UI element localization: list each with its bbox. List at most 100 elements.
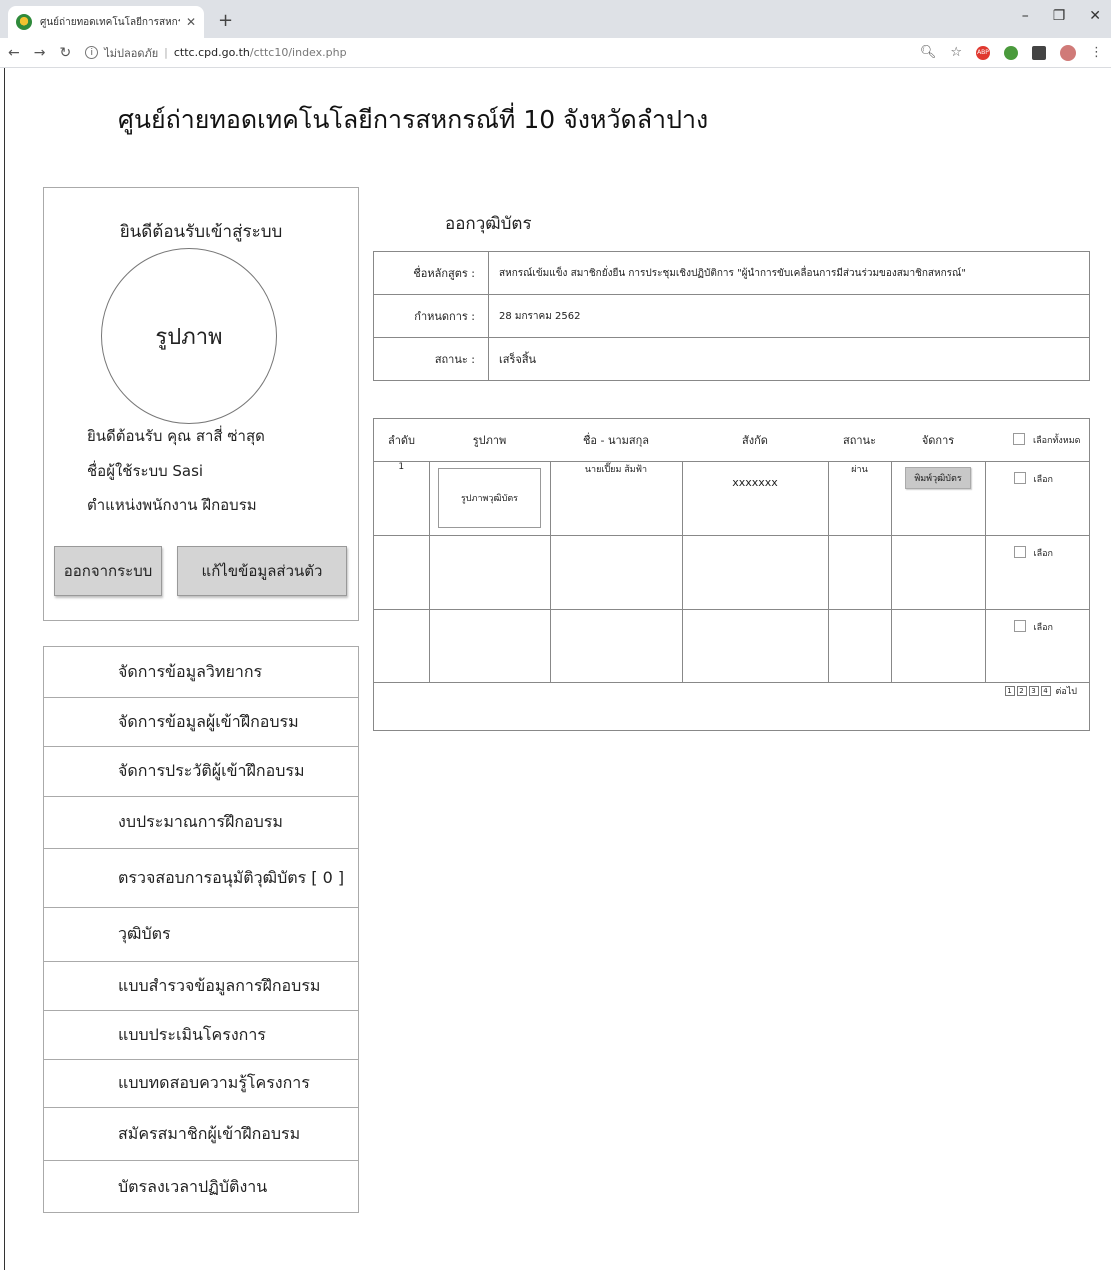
menu-item-timecard[interactable]: บัตรลงเวลาปฏิบัติงาน <box>44 1161 358 1213</box>
select-all-label: เลือกทั้งหมด <box>1033 435 1081 446</box>
reload-icon[interactable]: ↻ <box>59 45 71 61</box>
welcome-heading: ยินดีต้อนรับเข้าสู่ระบบ <box>119 222 283 242</box>
menu-item-evaluation[interactable]: แบบประเมินโครงการ <box>44 1011 358 1060</box>
schedule-row: กำหนดการ : 28 มกราคม 2562 <box>373 294 1090 338</box>
position-line: ตำแหน่งพนักงาน ฝึกอบรม <box>87 496 257 514</box>
info-icon[interactable]: i <box>85 46 99 59</box>
row-select-cell[interactable]: เลือก <box>985 608 1089 683</box>
header-select-all[interactable]: เลือกทั้งหมด <box>985 419 1089 461</box>
back-icon[interactable]: ← <box>8 45 20 61</box>
close-window-icon[interactable]: ✕ <box>1089 8 1101 24</box>
menu-dots-icon[interactable]: ⋮ <box>1090 45 1103 60</box>
row-status: ผ่าน <box>828 460 892 535</box>
page-left-border <box>4 68 5 1270</box>
row-photo-cell <box>429 534 551 609</box>
restore-icon[interactable]: ❐ <box>1053 8 1066 24</box>
profile-avatar-icon[interactable] <box>1060 44 1076 61</box>
status-value: เสร็จสิ้น <box>488 337 1090 381</box>
logout-button[interactable]: ออกจากระบบ <box>54 546 162 596</box>
photo-label: รูปภาพ <box>155 324 223 350</box>
certificate-image: รูปภาพวุฒิบัตร <box>438 467 541 528</box>
row-no <box>374 608 430 683</box>
bookmark-star-icon[interactable]: ☆ <box>950 45 962 60</box>
security-label: ไม่ปลอดภัย <box>104 46 159 60</box>
address-bar[interactable]: i ไม่ปลอดภัย | cttc.cpd.go.th/cttc10/ind… <box>85 44 920 62</box>
table-row: เลือก <box>374 534 1089 609</box>
header-name: ชื่อ - นามสกุล <box>582 433 650 447</box>
forward-icon[interactable]: → <box>34 45 46 61</box>
row-select-checkbox[interactable] <box>1013 619 1026 632</box>
profile-photo: รูปภาพ <box>101 248 277 424</box>
course-row: ชื่อหลักสูตร : สหกรณ์เข้มแข็ง สมาชิกยั่ง… <box>373 251 1090 295</box>
browser-toolbar: ← → ↻ i ไม่ปลอดภัย | cttc.cpd.go.th/cttc… <box>0 38 1111 68</box>
extensions: 🔍︎ ☆ ABP ⋮ <box>920 44 1103 61</box>
browser-tab[interactable]: ศูนย์ถ่ายทอดเทคโนโลยีการสหกรณ์ที่ 1 ✕ <box>8 6 204 38</box>
edit-profile-button[interactable]: แก้ไขข้อมูลส่วนตัว <box>177 546 347 596</box>
table-row: เลือก <box>374 608 1089 683</box>
row-select-label: เลือก <box>1033 548 1053 559</box>
menu-item-register[interactable]: สมัครสมาชิกผู้เข้าฝึกอบรม <box>44 1108 358 1161</box>
new-tab-icon[interactable]: + <box>218 10 233 31</box>
url-separator: | <box>164 46 168 59</box>
status-row: สถานะ : เสร็จสิ้น <box>373 337 1090 381</box>
header-affiliation: สังกัด <box>742 433 768 447</box>
row-status <box>828 534 892 609</box>
row-select-cell[interactable]: เลือก <box>985 534 1089 609</box>
pagination: 1 2 3 4 ต่อไป <box>1004 684 1078 698</box>
row-select-cell[interactable]: เลือก <box>985 460 1089 535</box>
row-action-cell <box>891 534 986 609</box>
menu-item-survey[interactable]: แบบสำรวจข้อมูลการฝึกอบรม <box>44 962 358 1011</box>
row-name <box>550 608 683 683</box>
row-affiliation: xxxxxxx <box>682 460 829 535</box>
header-status: สถานะ <box>843 433 876 447</box>
row-action-cell: พิมพ์วุฒิบัตร <box>891 460 986 535</box>
next-page-link[interactable]: ต่อไป <box>1056 684 1078 698</box>
menu-item-certificates[interactable]: วุฒิบัตร <box>44 908 358 962</box>
row-select-checkbox[interactable] <box>1013 471 1026 484</box>
menu-item-speakers[interactable]: จัดการข้อมูลวิทยากร <box>44 647 358 698</box>
menu-item-knowledge-test[interactable]: แบบทดสอบความรู้โครงการ <box>44 1060 358 1108</box>
extension-tile-icon[interactable] <box>1032 45 1046 60</box>
adblock-icon[interactable]: ABP <box>976 45 990 60</box>
row-status <box>828 608 892 683</box>
print-certificate-button[interactable]: พิมพ์วุฒิบัตร <box>905 466 971 489</box>
menu-item-approval-check[interactable]: ตรวจสอบการอนุมัติวุฒิบัตร [ 0 ] <box>44 849 358 908</box>
close-tab-icon[interactable]: ✕ <box>186 15 196 29</box>
page-4-link[interactable]: 4 <box>1040 686 1051 696</box>
row-affiliation <box>682 534 829 609</box>
username-line: ชื่อผู้ใช้ระบบ Sasi <box>87 462 204 480</box>
menu-item-trainee-history[interactable]: จัดการประวัติผู้เข้าฝึกอบรม <box>44 747 358 797</box>
status-label: สถานะ : <box>373 337 489 381</box>
select-all-checkbox[interactable] <box>1013 432 1025 445</box>
extension-globe-icon[interactable] <box>1004 45 1018 60</box>
row-select-label: เลือก <box>1033 622 1053 633</box>
certificate-info-table: ชื่อหลักสูตร : สหกรณ์เข้มแข็ง สมาชิกยั่ง… <box>373 251 1090 381</box>
header-no: ลำดับ <box>387 433 416 447</box>
schedule-value: 28 มกราคม 2562 <box>488 294 1090 338</box>
section-title: ออกวุฒิบัตร <box>445 214 532 234</box>
table-header-row: ลำดับ รูปภาพ ชื่อ - นามสกุล สังกัด สถานะ… <box>374 419 1089 461</box>
row-photo-cell <box>429 608 551 683</box>
header-manage: จัดการ <box>921 433 955 447</box>
course-label: ชื่อหลักสูตร : <box>373 251 489 295</box>
page-title: ศูนย์ถ่ายทอดเทคโนโลยีการสหกรณ์ที่ 10 จัง… <box>118 105 709 134</box>
row-action-cell <box>891 608 986 683</box>
page-1-link[interactable]: 1 <box>1004 686 1015 696</box>
menu-item-trainees[interactable]: จัดการข้อมูลผู้เข้าฝึกอบรม <box>44 698 358 747</box>
row-select-checkbox[interactable] <box>1013 545 1026 558</box>
site-favicon-icon <box>16 14 32 30</box>
row-photo-cell: รูปภาพวุฒิบัตร <box>429 460 551 535</box>
tab-title: ศูนย์ถ่ายทอดเทคโนโลยีการสหกรณ์ที่ 1 <box>40 16 180 28</box>
browser-tab-bar: ศูนย์ถ่ายทอดเทคโนโลยีการสหกรณ์ที่ 1 ✕ + … <box>0 0 1111 38</box>
minimize-icon[interactable]: – <box>1022 8 1029 24</box>
user-panel: ยินดีต้อนรับเข้าสู่ระบบ รูปภาพ ยินดีต้อน… <box>43 187 359 621</box>
user-greeting: ยินดีต้อนรับ คุณ สาสี่ ซ่าสุด <box>87 427 265 445</box>
page-3-link[interactable]: 3 <box>1028 686 1039 696</box>
row-select-label: เลือก <box>1033 474 1053 485</box>
zoom-icon[interactable]: 🔍︎ <box>920 45 937 60</box>
row-name <box>550 534 683 609</box>
row-name: นายเปี๊ยม ส้มฟ้า <box>550 460 683 535</box>
url-path: /cttc10/index.php <box>249 46 347 59</box>
menu-item-budget[interactable]: งบประมาณการฝึกอบรม <box>44 797 358 849</box>
page-2-link[interactable]: 2 <box>1016 686 1027 696</box>
